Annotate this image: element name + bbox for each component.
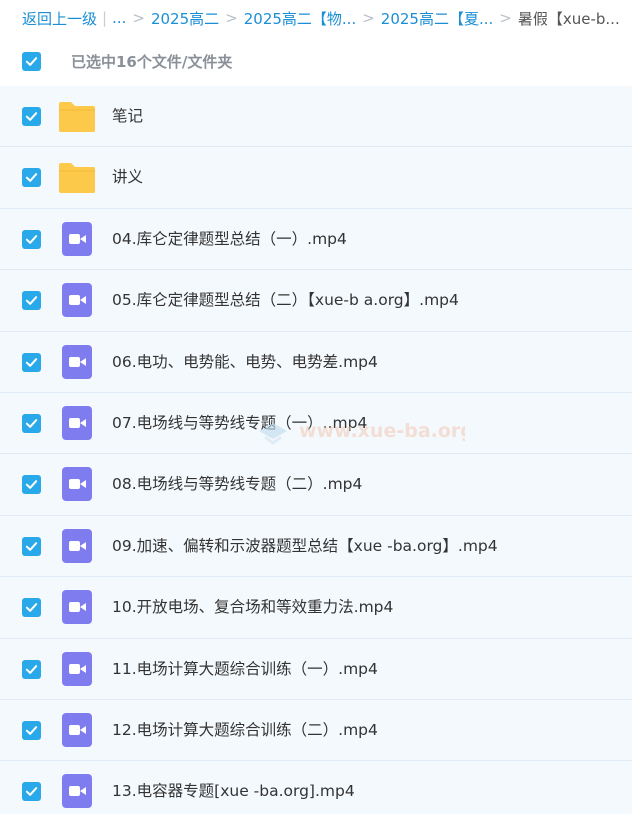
- row-checkbox[interactable]: [22, 536, 41, 556]
- file-row[interactable]: 07.电场线与等势线专题（一）..mp4: [0, 392, 632, 455]
- file-row[interactable]: 12.电场计算大题综合训练（二）.mp4: [0, 699, 632, 762]
- row-checkbox[interactable]: [22, 168, 41, 188]
- file-name[interactable]: 04.库仑定律题型总结（一）.mp4: [112, 209, 347, 269]
- file-name[interactable]: 07.电场线与等势线专题（一）..mp4: [112, 393, 367, 453]
- video-file-icon: [62, 221, 92, 256]
- check-icon: [25, 541, 38, 551]
- back-link[interactable]: 返回上一级: [22, 8, 97, 29]
- file-name[interactable]: 讲义: [112, 147, 143, 207]
- file-row[interactable]: 04.库仑定律题型总结（一）.mp4: [0, 208, 632, 271]
- file-name[interactable]: 09.加速、偏转和示波器题型总结【xue -ba.org】.mp4: [112, 516, 498, 576]
- check-icon: [25, 296, 38, 306]
- row-checkbox[interactable]: [22, 720, 41, 740]
- video-file-icon: [62, 651, 92, 686]
- video-file-icon: [62, 528, 92, 563]
- selection-header: 已选中16个文件/文件夹: [0, 36, 632, 86]
- file-row[interactable]: 09.加速、偏转和示波器题型总结【xue -ba.org】.mp4: [0, 515, 632, 578]
- file-row[interactable]: 13.电容器专题[xue -ba.org].mp4: [0, 761, 632, 814]
- breadcrumb-divider: |: [102, 9, 108, 27]
- video-file-icon: [62, 344, 92, 379]
- check-icon: [25, 480, 38, 490]
- check-icon: [25, 234, 38, 244]
- selection-count-label: 已选中16个文件/文件夹: [71, 52, 233, 71]
- file-name[interactable]: 08.电场线与等势线专题（二）.mp4: [112, 454, 362, 514]
- breadcrumb-separator: >: [225, 9, 238, 27]
- check-icon: [25, 112, 38, 121]
- file-name[interactable]: 11.电场计算大题综合训练（一）.mp4: [112, 639, 378, 699]
- file-row[interactable]: 05.库仑定律题型总结（二）【xue-b a.org】.mp4: [0, 270, 632, 332]
- video-file-icon: [62, 283, 92, 318]
- row-checkbox[interactable]: [22, 413, 41, 433]
- breadcrumb-item[interactable]: 2025高二【夏...: [381, 8, 493, 29]
- video-file-icon: [62, 590, 92, 625]
- check-icon: [25, 357, 38, 367]
- file-name[interactable]: 13.电容器专题[xue -ba.org].mp4: [112, 761, 355, 814]
- file-row[interactable]: 06.电功、电势能、电势、电势差.mp4: [0, 331, 632, 393]
- file-name[interactable]: 笔记: [112, 86, 143, 146]
- row-checkbox[interactable]: [22, 229, 41, 249]
- breadcrumb-current: 暑假【xue-b...: [517, 9, 620, 28]
- breadcrumb: 返回上一级 | ... > 2025高二 > 2025高二【物... > 202…: [0, 0, 632, 36]
- folder-row[interactable]: 笔记: [0, 86, 632, 148]
- video-file-icon: [62, 774, 92, 809]
- breadcrumb-item[interactable]: 2025高二【物...: [244, 8, 356, 29]
- check-icon: [25, 56, 38, 66]
- breadcrumb-separator: >: [132, 9, 145, 27]
- breadcrumb-separator: >: [499, 9, 512, 27]
- check-icon: [25, 603, 38, 612]
- file-name[interactable]: 12.电场计算大题综合训练（二）.mp4: [112, 700, 378, 760]
- breadcrumb-separator: >: [362, 9, 375, 27]
- video-file-icon: [62, 405, 92, 440]
- video-file-icon: [62, 467, 92, 502]
- check-icon: [25, 787, 38, 797]
- file-row[interactable]: 08.电场线与等势线专题（二）.mp4: [0, 454, 632, 516]
- video-file-icon: [62, 712, 92, 747]
- file-row[interactable]: 11.电场计算大题综合训练（一）.mp4: [0, 638, 632, 700]
- file-name[interactable]: 05.库仑定律题型总结（二）【xue-b a.org】.mp4: [112, 270, 459, 330]
- row-checkbox[interactable]: [22, 598, 41, 618]
- row-checkbox[interactable]: [22, 475, 41, 495]
- row-checkbox[interactable]: [22, 659, 41, 679]
- folder-icon: [59, 163, 95, 194]
- check-icon: [25, 173, 38, 183]
- breadcrumb-ellipsis[interactable]: ...: [112, 9, 126, 27]
- file-name[interactable]: 06.电功、电势能、电势、电势差.mp4: [112, 332, 378, 392]
- check-icon: [25, 726, 38, 735]
- file-name[interactable]: 10.开放电场、复合场和等效重力法.mp4: [112, 577, 393, 637]
- breadcrumb-item[interactable]: 2025高二: [151, 8, 219, 29]
- row-checkbox[interactable]: [22, 352, 41, 372]
- folder-row[interactable]: 讲义: [0, 147, 632, 209]
- row-checkbox[interactable]: [22, 107, 41, 126]
- file-list: 笔记 讲义 04.库仑定律题型总结（一）.mp4 05.库仑定律题型总结（二）【xue…: [0, 86, 632, 814]
- file-row[interactable]: 10.开放电场、复合场和等效重力法.mp4: [0, 577, 632, 639]
- check-icon: [25, 419, 38, 428]
- select-all-checkbox[interactable]: [22, 51, 41, 71]
- folder-icon: [59, 102, 95, 132]
- row-checkbox[interactable]: [22, 782, 41, 802]
- check-icon: [25, 664, 38, 674]
- row-checkbox[interactable]: [22, 291, 41, 311]
